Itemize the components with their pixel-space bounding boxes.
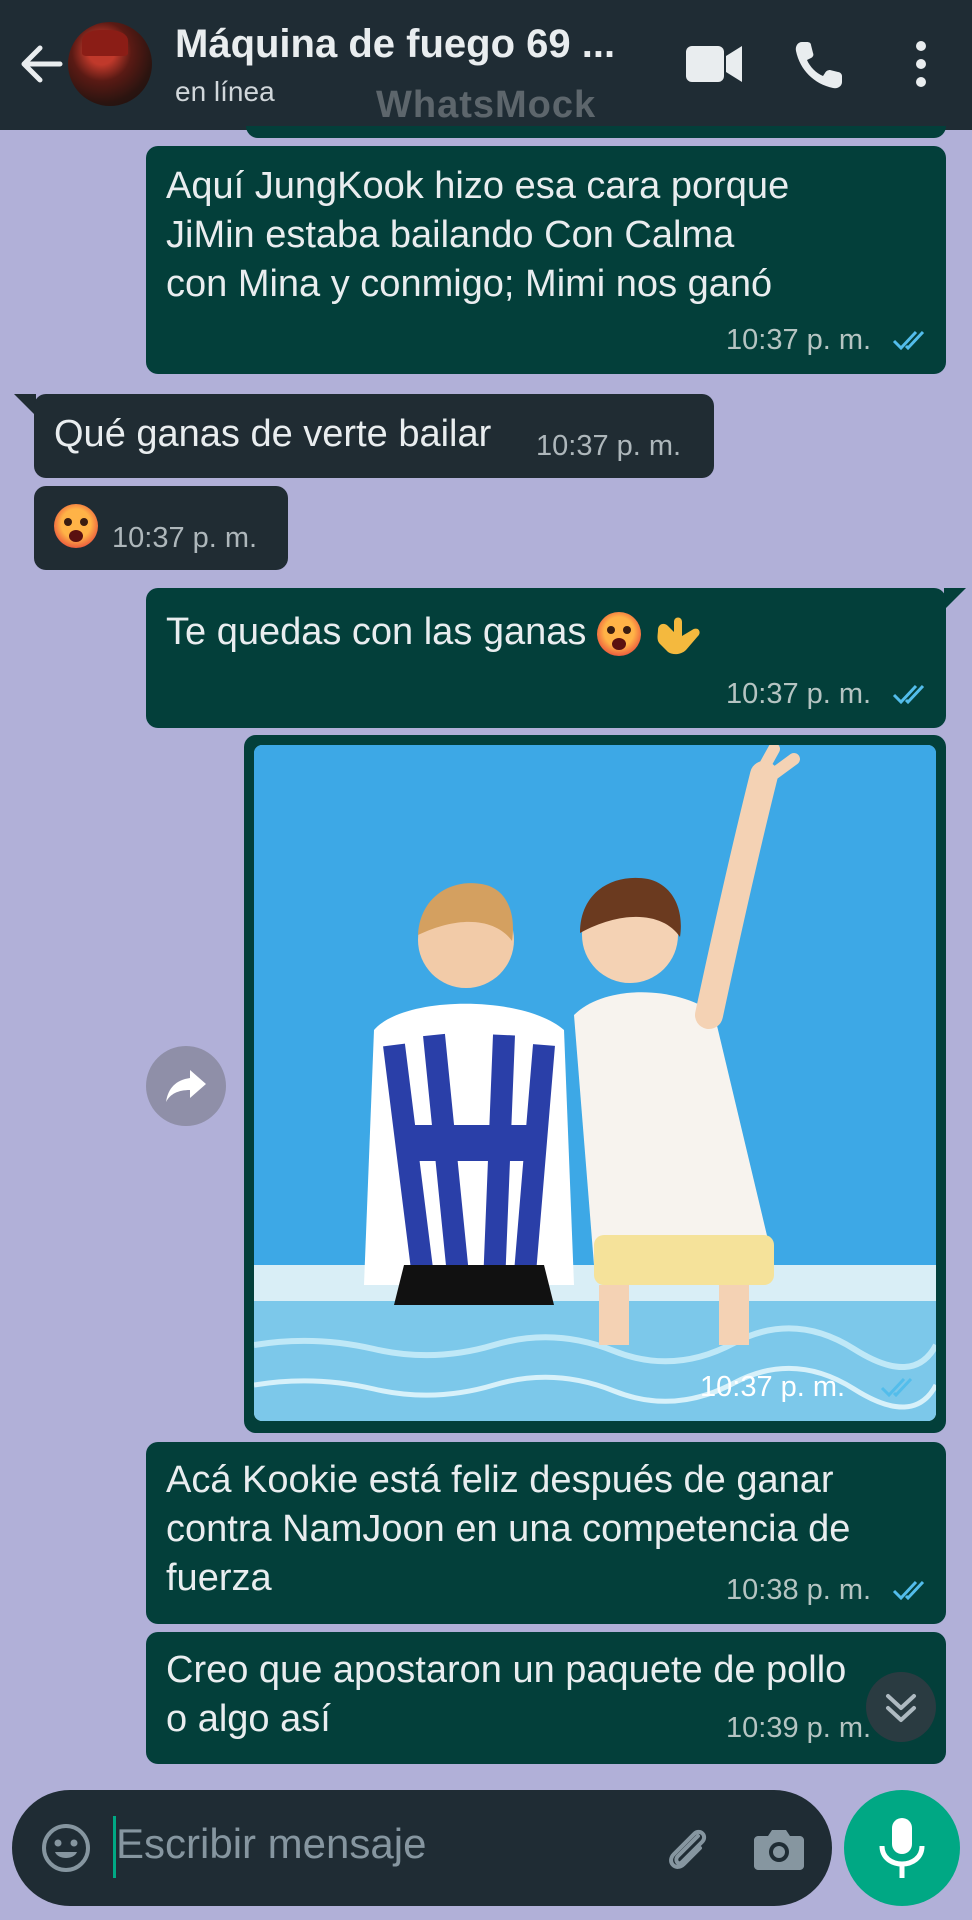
emoji-icon[interactable] [40, 1822, 92, 1874]
message-bubble-outgoing[interactable]: Aquí JungKook hizo esa cara porque JiMin… [146, 146, 946, 374]
video-call-icon[interactable] [684, 38, 744, 90]
message-text: Te quedas con las ganas [166, 608, 704, 658]
message-bubble-partial [246, 126, 946, 138]
voice-call-icon[interactable] [792, 38, 842, 92]
more-options-icon[interactable] [910, 38, 932, 90]
bubble-tail [14, 394, 36, 416]
bubble-tail [944, 588, 966, 610]
message-text: Qué ganas de verte bailar [54, 413, 492, 455]
voice-message-button[interactable] [844, 1790, 960, 1906]
message-bubble-outgoing[interactable]: Acá Kookie está feliz después de ganar c… [146, 1442, 946, 1624]
message-bubble-outgoing[interactable]: Te quedas con las ganas 10:37 p. m. [146, 588, 946, 728]
message-text: Aquí JungKook hizo esa cara porque JiMin… [166, 165, 790, 305]
chevrons-down-icon [886, 1694, 916, 1722]
app-watermark: WhatsMock [376, 84, 597, 126]
message-input-bar: Escribir mensaje [12, 1790, 832, 1906]
message-time: 10:37 p. m. [536, 430, 682, 462]
read-receipt-icon [892, 330, 925, 351]
hot-face-emoji-icon [54, 504, 98, 548]
hot-face-emoji-icon [596, 611, 641, 656]
contact-avatar[interactable] [68, 22, 152, 106]
microphone-icon [879, 1818, 925, 1878]
message-time: 10:38 p. m. [726, 1574, 872, 1606]
image-message-bubble[interactable]: 10:37 p. m. [244, 735, 946, 1433]
message-bubble-incoming[interactable]: Qué ganas de verte bailar 10:37 p. m. [34, 394, 714, 478]
forward-icon [166, 1070, 206, 1102]
message-time: 10:37 p. m. [112, 522, 258, 554]
contact-name[interactable]: Máquina de fuego 69 ... [175, 22, 645, 67]
message-input[interactable]: Escribir mensaje [116, 1820, 426, 1868]
read-receipt-icon [892, 684, 925, 705]
message-time: 10:37 p. m. [726, 678, 872, 710]
call-me-hand-emoji-icon [657, 617, 700, 655]
photo-illustration [254, 745, 936, 1421]
chat-header: Máquina de fuego 69 ... en línea WhatsMo… [0, 0, 972, 130]
message-bubble-incoming[interactable]: 10:37 p. m. [34, 486, 288, 570]
camera-icon[interactable] [752, 1824, 806, 1872]
back-arrow-icon[interactable] [18, 44, 64, 84]
message-photo[interactable] [254, 745, 936, 1421]
read-receipt-icon [892, 1580, 925, 1601]
forward-button[interactable] [146, 1046, 226, 1126]
scroll-to-bottom-button[interactable] [866, 1672, 936, 1742]
read-receipt-icon [880, 1377, 913, 1398]
message-time: 10:37 p. m. [700, 1371, 846, 1403]
message-bubble-outgoing[interactable]: Creo que apostaron un paquete de pollo o… [146, 1632, 946, 1764]
message-time: 10:39 p. m. [726, 1712, 872, 1744]
paperclip-icon[interactable] [660, 1822, 716, 1878]
message-time: 10:37 p. m. [726, 324, 872, 356]
contact-status: en línea [175, 76, 275, 107]
